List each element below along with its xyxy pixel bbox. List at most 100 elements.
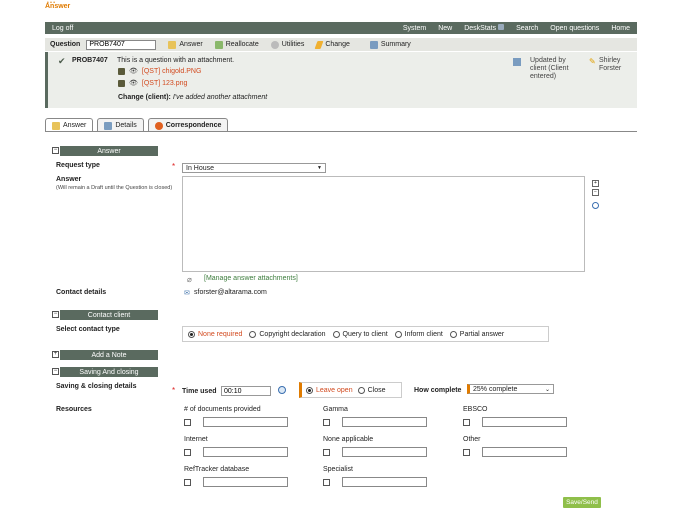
edit-icon[interactable] <box>118 67 125 75</box>
collapse-toggle[interactable]: − <box>52 147 59 154</box>
request-type-select[interactable]: In House ▼ <box>182 163 326 173</box>
user-icon: ✎ <box>589 57 596 66</box>
attachment-link[interactable]: [QST] 123.png <box>142 80 188 87</box>
resource-input[interactable] <box>342 417 427 427</box>
resource-checkbox[interactable] <box>463 419 470 426</box>
attachment-link[interactable]: [QST] chigold.PNG <box>142 68 202 75</box>
answer-textarea[interactable] <box>182 176 585 272</box>
saving-details-label: Saving & closing details <box>56 383 137 390</box>
contact-option-none-required[interactable]: None required <box>188 330 243 338</box>
option-label: Close <box>367 386 386 394</box>
utilities-button[interactable]: Utilities <box>270 40 304 49</box>
request-type-label: Request type <box>56 162 100 169</box>
how-complete-select[interactable]: 25% complete ⌄ <box>467 384 554 394</box>
close-option[interactable]: Close <box>357 386 386 394</box>
tab-correspondence[interactable]: Correspondence <box>147 118 229 132</box>
radio-button[interactable] <box>332 330 340 338</box>
email-icon: ✉ <box>184 290 190 297</box>
spellcheck-icon[interactable] <box>592 202 599 209</box>
contact-option-inform[interactable]: Inform client <box>394 330 443 338</box>
resource-input[interactable] <box>203 477 288 487</box>
option-label: None required <box>198 330 243 338</box>
top-menu: System New DeskStats Search Open questio… <box>403 24 630 32</box>
radio-button[interactable] <box>306 386 313 394</box>
collapse-toggle[interactable]: − <box>52 368 59 375</box>
save-send-button[interactable]: Save/Send <box>563 497 601 508</box>
answer-section-header[interactable]: Answer <box>60 146 158 156</box>
contact-client-section-header[interactable]: Contact client <box>60 310 158 320</box>
how-complete-label: How complete <box>414 387 462 394</box>
resource-checkbox[interactable] <box>323 479 330 486</box>
resource-checkbox[interactable] <box>323 449 330 456</box>
menu-home[interactable]: Home <box>611 25 630 32</box>
resource-checkbox[interactable] <box>184 449 191 456</box>
radio-button[interactable] <box>394 330 402 338</box>
menu-system[interactable]: System <box>403 25 426 32</box>
resource-label: Gamma <box>323 406 348 413</box>
resources-label: Resources <box>56 406 92 413</box>
resource-checkbox[interactable] <box>184 419 191 426</box>
tab-correspondence-label: Correspondence <box>165 122 222 129</box>
select-contact-type-label: Select contact type <box>56 326 120 333</box>
view-icon[interactable]: 👁 <box>129 79 138 87</box>
chevron-down-icon: ▼ <box>317 165 322 171</box>
resource-input[interactable] <box>482 447 567 457</box>
answer-button-label: Answer <box>179 41 203 48</box>
time-used-input[interactable] <box>221 386 271 396</box>
answer-tab-icon <box>52 121 60 130</box>
radio-button[interactable] <box>188 330 195 338</box>
expand-toggle[interactable]: + <box>52 351 59 358</box>
menu-new[interactable]: New <box>438 25 452 32</box>
resource-label: EBSCO <box>463 406 488 413</box>
checkmark-icon: ✔ <box>58 56 66 66</box>
answer-icon <box>168 40 177 49</box>
contact-details-label: Contact details <box>56 289 107 296</box>
view-icon[interactable]: 👁 <box>129 67 138 75</box>
menu-search[interactable]: Search <box>516 25 538 32</box>
shrink-icon[interactable]: − <box>592 189 599 196</box>
paperclip-icon: ⌀ <box>187 275 192 284</box>
radio-button[interactable] <box>449 330 457 338</box>
menu-deskstats-label: DeskStats <box>464 25 497 32</box>
answer-label: Answer <box>56 176 82 183</box>
resource-label: # of documents provided <box>184 406 261 413</box>
leave-open-option[interactable]: Leave open <box>306 386 353 394</box>
question-ref: PROB7407 <box>72 57 108 64</box>
how-complete-value: 25% complete <box>473 385 518 393</box>
resource-checkbox[interactable] <box>323 419 330 426</box>
resource-label: Internet <box>184 436 208 443</box>
menu-open-questions[interactable]: Open questions <box>550 25 599 32</box>
contact-option-partial[interactable]: Partial answer <box>449 330 504 338</box>
question-ref-input[interactable] <box>86 39 157 50</box>
tab-answer[interactable]: Answer <box>45 118 94 132</box>
resource-input[interactable] <box>342 477 427 487</box>
contact-option-query[interactable]: Query to client <box>332 330 388 338</box>
resource-checkbox[interactable] <box>184 479 191 486</box>
radio-button[interactable] <box>249 330 257 338</box>
contact-option-copyright[interactable]: Copyright declaration <box>249 330 326 338</box>
add-note-section-header[interactable]: Add a Note <box>60 350 158 360</box>
contact-email[interactable]: sforster@altarama.com <box>194 289 267 296</box>
chevron-down-icon: ⌄ <box>544 386 550 393</box>
resource-input[interactable] <box>203 417 288 427</box>
change-button[interactable]: Change <box>314 40 350 49</box>
reallocate-button[interactable]: Reallocate <box>214 40 259 49</box>
resource-input[interactable] <box>342 447 427 457</box>
saving-section-header[interactable]: Saving And closing <box>60 367 158 377</box>
manage-attachments-link[interactable]: [Manage answer attachments] <box>204 275 298 282</box>
radio-button[interactable] <box>357 386 365 394</box>
timer-icon[interactable] <box>278 386 286 394</box>
brand-logo: Answer <box>45 3 71 10</box>
collapse-toggle[interactable]: − <box>52 311 59 318</box>
tab-details[interactable]: Details <box>97 118 144 132</box>
resource-input[interactable] <box>482 417 567 427</box>
expand-icon[interactable]: + <box>592 180 599 187</box>
change-text: I've added another attachment <box>172 94 268 101</box>
menu-deskstats[interactable]: DeskStats <box>464 24 505 32</box>
answer-button[interactable]: Answer <box>168 40 203 49</box>
edit-icon[interactable] <box>118 79 125 87</box>
logoff-link[interactable]: Log off <box>52 25 403 32</box>
summary-button[interactable]: Summary <box>369 40 411 49</box>
resource-input[interactable] <box>203 447 288 457</box>
resource-checkbox[interactable] <box>463 449 470 456</box>
